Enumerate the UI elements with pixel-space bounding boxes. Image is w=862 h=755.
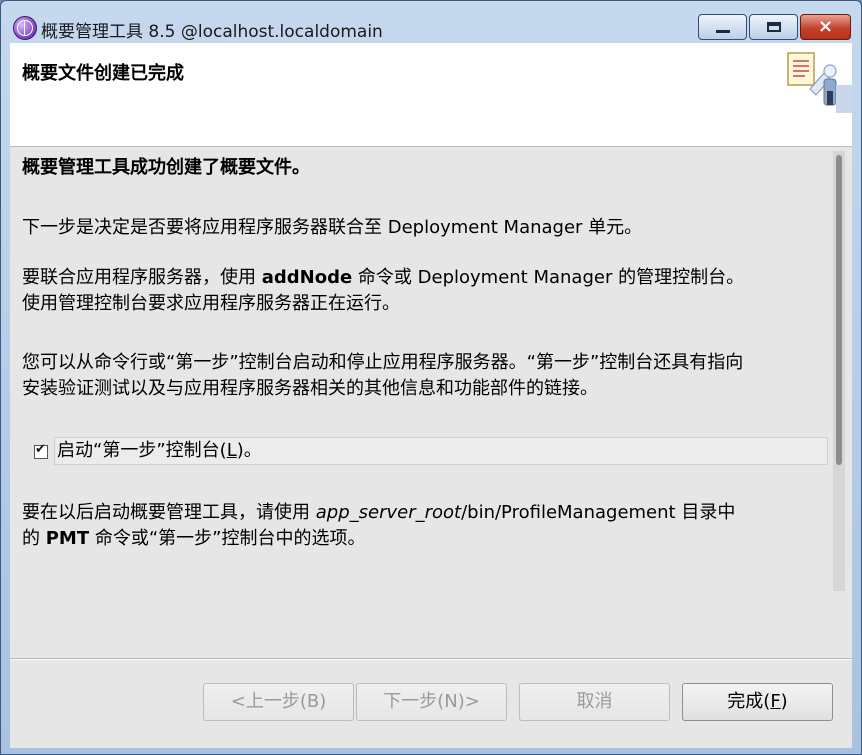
next-step-text: 下一步是决定是否要将应用程序服务器联合至 Deployment Manager … [22, 217, 643, 238]
wizard-client-area: 概要文件创建已完成 概要管理工具成功创建了概要文件。 下一步是决定是否要将应用程… [10, 43, 852, 748]
back-button[interactable]: <上一步(B) [203, 683, 354, 721]
restart-instructions-line2: 的 PMT 命令或“第一步”控制台中的选项。 [22, 528, 366, 549]
maximize-icon [767, 22, 781, 32]
vertical-scrollbar[interactable] [833, 151, 845, 591]
pmt-command: PMT [45, 528, 90, 549]
addnode-command: addNode [261, 267, 353, 288]
launch-first-steps-checkbox[interactable]: ✔ [34, 442, 48, 459]
launch-first-steps-label[interactable]: 启动“第一步”控制台(L)。 [57, 438, 262, 464]
wizard-content: 概要管理工具成功创建了概要文件。 下一步是决定是否要将应用程序服务器联合至 De… [10, 147, 852, 657]
close-button[interactable]: × [800, 14, 851, 40]
next-button[interactable]: 下一步(N)> [356, 683, 507, 721]
wizard-document-person-icon [787, 52, 852, 113]
federate-text-post: 命令或 Deployment Manager 的管理控制台。 [352, 267, 745, 288]
admin-console-note: 使用管理控制台要求应用程序服务器正在运行。 [22, 293, 400, 314]
restart-instructions-line1: 要在以后启动概要管理工具，请使用 app_server_root/bin/Pro… [22, 502, 736, 523]
wizard-banner: 概要文件创建已完成 [10, 43, 852, 147]
minimize-button[interactable] [698, 14, 747, 40]
globe-icon[interactable] [13, 16, 37, 40]
title-bar[interactable]: 概要管理工具 8.5 @localhost.localdomain × [1, 1, 861, 43]
checkmark-icon: ✔ [35, 442, 46, 457]
result-heading: 概要管理工具成功创建了概要文件。 [22, 157, 310, 178]
scrollbar-thumb[interactable] [836, 155, 842, 465]
first-steps-description-line1: 您可以从命令行或“第一步”控制台启动和停止应用程序服务器。“第一步”控制台还具有… [22, 352, 744, 373]
finish-button[interactable]: 完成(F) [682, 683, 833, 721]
federate-instructions: 要联合应用程序服务器，使用 addNode 命令或 Deployment Man… [22, 265, 744, 291]
page-title: 概要文件创建已完成 [22, 63, 184, 84]
button-separator [10, 658, 852, 660]
application-window: 概要管理工具 8.5 @localhost.localdomain × 概要文件… [0, 0, 862, 755]
cancel-button[interactable]: 取消 [519, 683, 670, 721]
close-icon: × [817, 16, 834, 37]
maximize-button[interactable] [749, 14, 798, 40]
app-server-root-path: app_server_root [315, 502, 462, 523]
window-title: 概要管理工具 8.5 @localhost.localdomain [41, 22, 383, 42]
federate-text-pre: 要联合应用程序服务器，使用 [22, 267, 262, 288]
minimize-icon [716, 30, 730, 33]
first-steps-description-line2: 安装验证测试以及与应用程序服务器相关的其他信息和功能部件的链接。 [22, 378, 598, 399]
